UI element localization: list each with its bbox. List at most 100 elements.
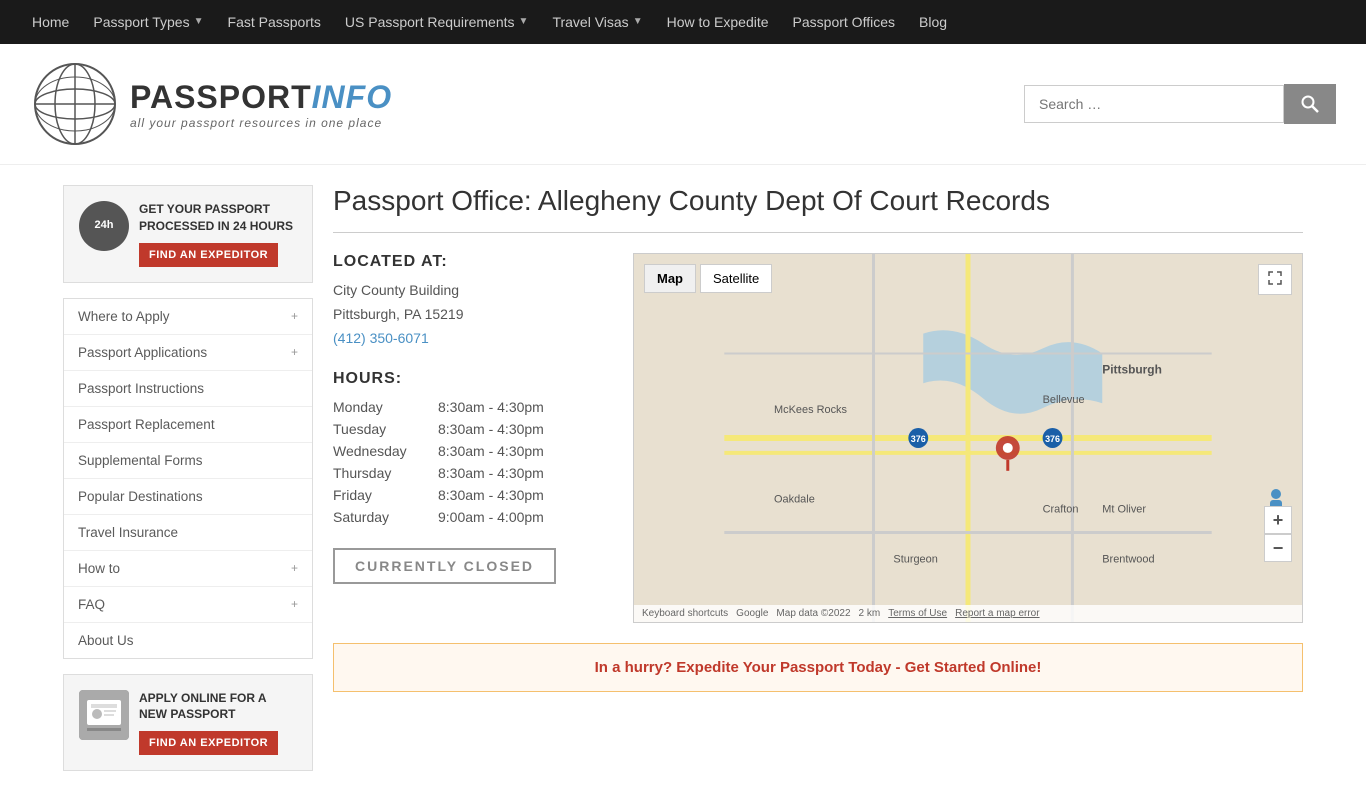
location-label: LOCATED AT: — [333, 253, 613, 271]
search-icon — [1300, 94, 1320, 114]
hours-value: 8:30am - 4:30pm — [438, 487, 544, 503]
sidebar-item-passport-replacement[interactable]: Passport Replacement — [64, 407, 312, 443]
find-expeditor-button-2[interactable]: FIND AN EXPEDITOR — [139, 731, 278, 755]
sidebar: 24h GET YOUR PASSPORT PROCESSED IN 24 HO… — [63, 185, 313, 771]
hurry-banner[interactable]: In a hurry? Expedite Your Passport Today… — [333, 643, 1303, 692]
nav-home[interactable]: Home — [20, 0, 81, 44]
hours-table: Monday 8:30am - 4:30pm Tuesday 8:30am - 4:3… — [333, 396, 613, 528]
logo-part2: INFO — [312, 79, 392, 115]
map-terms[interactable]: Terms of Use — [888, 608, 947, 619]
sidebar-item-how-to[interactable]: How to + — [64, 551, 312, 587]
day-label: Monday — [333, 399, 433, 415]
search-button[interactable] — [1284, 84, 1336, 124]
top-nav: Home Passport Types ▼ Fast Passports US … — [0, 0, 1366, 44]
svg-text:376: 376 — [1045, 434, 1060, 444]
main-container: 24h GET YOUR PASSPORT PROCESSED IN 24 HO… — [43, 185, 1323, 771]
svg-text:Crafton: Crafton — [1043, 504, 1079, 516]
hours-row: Wednesday 8:30am - 4:30pm — [333, 440, 613, 462]
search-area — [1024, 84, 1336, 124]
sidebar-promo2: APPLY ONLINE FOR A NEW PASSPORT FIND AN … — [63, 674, 313, 772]
map-brand: Google — [736, 608, 768, 619]
zoom-controls: + − — [1264, 506, 1292, 562]
chevron-right-icon: + — [291, 561, 298, 575]
address-line2: Pittsburgh, PA 15219 — [333, 303, 613, 327]
logo-part1: PASSPORT — [130, 79, 312, 115]
address-line1: City County Building — [333, 279, 613, 303]
status-badge: CURRENTLY CLOSED — [333, 548, 556, 584]
chevron-right-icon: + — [291, 309, 298, 323]
hours-row: Friday 8:30am - 4:30pm — [333, 484, 613, 506]
day-label: Friday — [333, 487, 433, 503]
nav-us-requirements[interactable]: US Passport Requirements ▼ — [333, 0, 541, 44]
24h-icon: 24h — [79, 201, 129, 251]
sidebar-item-popular-destinations[interactable]: Popular Destinations — [64, 479, 312, 515]
day-label: Tuesday — [333, 421, 433, 437]
map-expand-button[interactable] — [1258, 264, 1292, 295]
find-expeditor-button-1[interactable]: FIND AN EXPEDITOR — [139, 243, 278, 267]
hours-row: Tuesday 8:30am - 4:30pm — [333, 418, 613, 440]
nav-how-to-expedite[interactable]: How to Expedite — [655, 0, 781, 44]
svg-text:Sturgeon: Sturgeon — [893, 553, 937, 565]
map-tab-map[interactable]: Map — [644, 264, 696, 293]
svg-text:Mt Oliver: Mt Oliver — [1102, 504, 1146, 516]
hours-row: Thursday8:30am - 4:30pm — [333, 462, 613, 484]
chevron-down-icon: ▼ — [633, 0, 643, 44]
sidebar-promo-expedite: 24h GET YOUR PASSPORT PROCESSED IN 24 HO… — [63, 185, 313, 283]
map-controls: Map Satellite — [644, 264, 772, 293]
zoom-out-button[interactable]: − — [1264, 534, 1292, 562]
chevron-right-icon: + — [291, 345, 298, 359]
hours-value: 8:30am - 4:30pm — [438, 421, 544, 437]
sidebar-nav: Where to Apply + Passport Applications +… — [63, 298, 313, 659]
nav-blog[interactable]: Blog — [907, 0, 959, 44]
sidebar-item-passport-instructions[interactable]: Passport Instructions — [64, 371, 312, 407]
hurry-banner-link[interactable]: In a hurry? Expedite Your Passport Today… — [595, 659, 1042, 676]
nav-passport-types[interactable]: Passport Types ▼ — [81, 0, 215, 44]
map-tab-satellite[interactable]: Satellite — [700, 264, 772, 293]
svg-text:376: 376 — [911, 434, 926, 444]
hours-section: HOURS: Monday 8:30am - 4:30pm Tuesday 8:30a… — [333, 370, 613, 528]
sidebar-item-supplemental-forms[interactable]: Supplemental Forms — [64, 443, 312, 479]
sidebar-promo2-heading: APPLY ONLINE FOR A NEW PASSPORT — [139, 690, 297, 724]
sidebar-promo1-content: GET YOUR PASSPORT PROCESSED IN 24 HOURS … — [139, 201, 297, 267]
map-report-error[interactable]: Report a map error — [955, 608, 1039, 619]
map-svg: 376 376 McKees Rocks Bellevue Pittsburgh… — [634, 254, 1302, 622]
sidebar-item-travel-insurance[interactable]: Travel Insurance — [64, 515, 312, 551]
nav-travel-visas[interactable]: Travel Visas ▼ — [540, 0, 654, 44]
online-passport-icon — [79, 690, 129, 740]
logo-area: PASSPORTINFO all your passport resources… — [30, 59, 392, 149]
day-label: Wednesday — [333, 443, 433, 459]
logo-tagline: all your passport resources in one place — [130, 116, 392, 130]
sidebar-item-passport-applications[interactable]: Passport Applications + — [64, 335, 312, 371]
day-label: Thursday — [333, 465, 433, 481]
chevron-right-icon: + — [291, 597, 298, 611]
content-area: Passport Office: Allegheny County Dept O… — [333, 185, 1303, 771]
sidebar-promo1-heading: GET YOUR PASSPORT PROCESSED IN 24 HOURS — [139, 201, 297, 235]
search-input[interactable] — [1024, 85, 1284, 123]
hours-label: HOURS: — [333, 370, 613, 388]
svg-text:Oakdale: Oakdale — [774, 494, 815, 506]
hours-value: 8:30am - 4:30pm — [438, 443, 544, 459]
location-section: LOCATED AT: City County Building Pittsbu… — [333, 253, 1303, 623]
chevron-down-icon: ▼ — [519, 0, 529, 44]
sidebar-item-where-to-apply[interactable]: Where to Apply + — [64, 299, 312, 335]
svg-text:McKees Rocks: McKees Rocks — [774, 404, 847, 416]
nav-fast-passports[interactable]: Fast Passports — [216, 0, 333, 44]
hours-value: 8:30am - 4:30pm — [438, 399, 544, 415]
day-label: Saturday — [333, 509, 433, 525]
location-info: LOCATED AT: City County Building Pittsbu… — [333, 253, 613, 623]
globe-icon — [30, 59, 120, 149]
map-container: 376 376 McKees Rocks Bellevue Pittsburgh… — [633, 253, 1303, 623]
sidebar-item-about-us[interactable]: About Us — [64, 623, 312, 658]
zoom-in-button[interactable]: + — [1264, 506, 1292, 534]
nav-passport-offices[interactable]: Passport Offices — [781, 0, 907, 44]
hours-row: Saturday9:00am - 4:00pm — [333, 506, 613, 528]
location-phone[interactable]: (412) 350-6071 — [333, 330, 429, 346]
map-scale: 2 km — [859, 608, 881, 619]
expand-icon — [1268, 271, 1282, 285]
map-keyboard-shortcuts: Keyboard shortcuts — [642, 608, 728, 619]
sidebar-item-faq[interactable]: FAQ + — [64, 587, 312, 623]
svg-text:Bellevue: Bellevue — [1043, 394, 1085, 406]
map-footer: Keyboard shortcuts Google Map data ©2022… — [634, 605, 1302, 622]
location-address: City County Building Pittsburgh, PA 1521… — [333, 279, 613, 350]
map-data-credit: Map data ©2022 — [776, 608, 850, 619]
